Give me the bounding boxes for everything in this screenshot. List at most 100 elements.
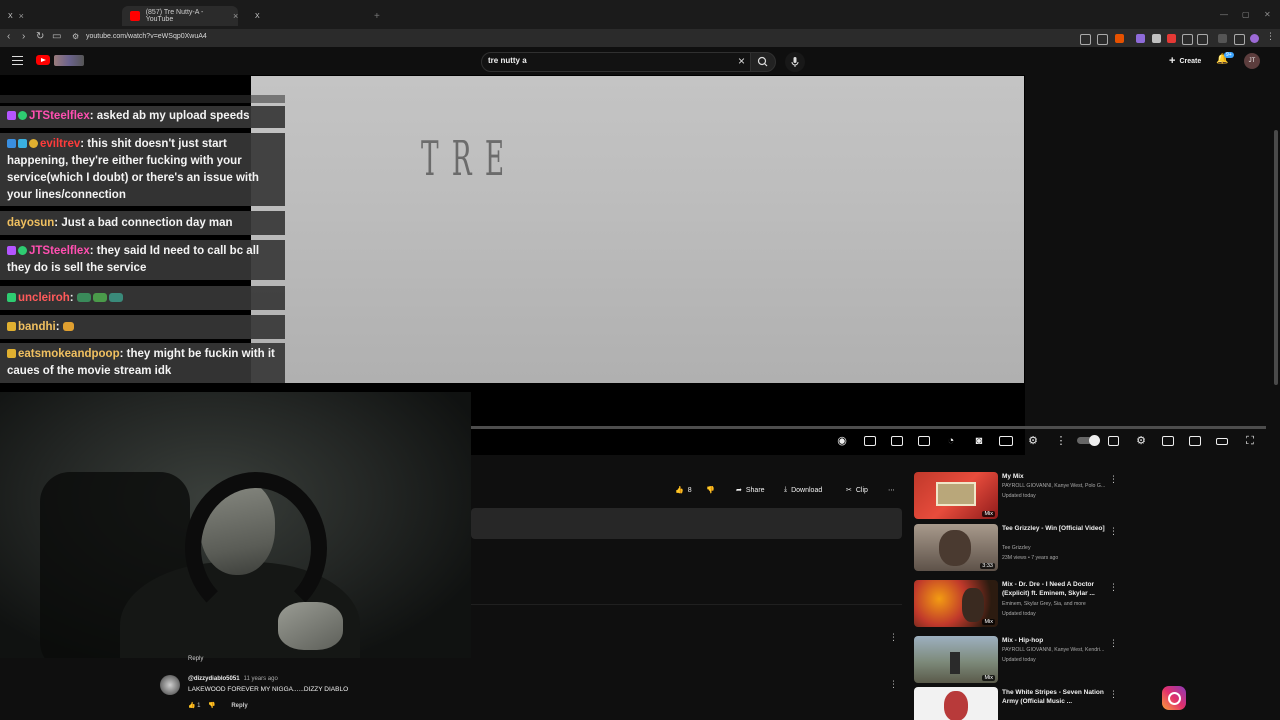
miniplayer-icon[interactable]: [1162, 436, 1174, 446]
recommendation-menu-icon[interactable]: ⋮: [1109, 582, 1118, 593]
puzzle-icon[interactable]: [1182, 34, 1193, 45]
chat-username[interactable]: eatsmokeandpoop: [18, 348, 120, 360]
video-thumbnail[interactable]: Mix: [914, 636, 998, 683]
account-avatar[interactable]: JT: [1244, 53, 1260, 69]
youtube-logo-icon[interactable]: [36, 55, 50, 65]
chat-username[interactable]: eviltrev: [40, 138, 80, 150]
bookmark-icon[interactable]: ▭: [52, 31, 61, 42]
video-thumbnail[interactable]: [914, 687, 998, 720]
profile-icon[interactable]: [1250, 34, 1259, 43]
extension-icon[interactable]: [1097, 34, 1108, 45]
video-progress-bar[interactable]: [471, 426, 1266, 429]
recommendation-item[interactable]: The White Stripes - Seven Nation Army (O…: [914, 687, 1124, 720]
create-button[interactable]: + Create: [1163, 53, 1207, 69]
minimize-icon[interactable]: —: [1220, 10, 1228, 19]
hamburger-menu-icon[interactable]: [12, 56, 23, 68]
description-box[interactable]: [471, 508, 902, 539]
recommendation-title[interactable]: My Mix: [1002, 472, 1116, 481]
browser-tab-youtube[interactable]: (857) Tre Nutty-A - YouTube: [122, 6, 238, 26]
dislike-button[interactable]: 👎: [706, 486, 715, 494]
recommendation-title[interactable]: The White Stripes - Seven Nation Army (O…: [1002, 688, 1116, 706]
recommendation-title[interactable]: Mix - Dr. Dre - I Need A Doctor (Explici…: [1002, 580, 1116, 598]
extension-icon[interactable]: [1167, 34, 1176, 43]
video-thumbnail[interactable]: Mix: [914, 580, 998, 627]
search-box[interactable]: tre nutty a ×: [481, 52, 751, 72]
playback-speed-icon[interactable]: ◔: [944, 434, 958, 448]
clear-search-icon[interactable]: ×: [738, 54, 745, 68]
like-button[interactable]: 👍 8: [675, 486, 692, 495]
clapper-icon[interactable]: [864, 436, 876, 446]
reply-button[interactable]: Reply: [188, 656, 203, 662]
avatar[interactable]: [160, 675, 180, 695]
recommendation-title[interactable]: Mix - Hip-hop: [1002, 636, 1116, 645]
recommendation-item[interactable]: Mix Mix - Hip-hop PAYROLL GIOVANNI, Kany…: [914, 636, 1124, 688]
chat-username[interactable]: bandhi: [18, 321, 56, 333]
more-options-icon[interactable]: ⋮: [1054, 434, 1068, 448]
video-frame[interactable]: TRE: [251, 76, 1024, 383]
url-field[interactable]: youtube.com/watch?v=eWSqp0XwuA4: [86, 33, 207, 40]
recommendation-menu-icon[interactable]: ⋮: [1109, 689, 1118, 700]
close-tab-icon[interactable]: ×: [233, 6, 238, 26]
subtitles-icon[interactable]: [1108, 436, 1119, 446]
comment-time[interactable]: 11 years ago: [244, 676, 278, 682]
autoplay-toggle[interactable]: [1077, 435, 1100, 446]
thumbs-down-icon[interactable]: 👎: [208, 703, 215, 709]
chat-username[interactable]: uncleiroh: [18, 292, 70, 304]
recommendation-menu-icon[interactable]: ⋮: [1109, 638, 1118, 649]
extension-icon[interactable]: [1115, 34, 1124, 43]
thumbs-up-icon[interactable]: 👍: [188, 703, 195, 709]
sidebar-icon[interactable]: [1234, 34, 1245, 45]
screenshot-frame-icon[interactable]: [918, 436, 930, 446]
browser-menu-icon[interactable]: ⋮: [1266, 31, 1275, 42]
extension-icon[interactable]: [1197, 34, 1208, 45]
close-tab-icon[interactable]: ×: [19, 11, 24, 21]
media-icon[interactable]: [1218, 34, 1227, 43]
recommendation-item[interactable]: Mix My Mix PAYROLL GIOVANNI, Kanye West,…: [914, 472, 1124, 524]
recommendation-item[interactable]: 3:33 Tee Grizzley - Win [Official Video]…: [914, 524, 1124, 576]
fullscreen-icon[interactable]: ⛶: [1243, 434, 1257, 448]
video-thumbnail[interactable]: 3:33: [914, 524, 998, 571]
browser-tab-1[interactable]: X ×: [8, 6, 24, 26]
theater-mode-icon[interactable]: [1216, 438, 1228, 445]
comment-menu-icon[interactable]: ⋮: [889, 632, 898, 643]
settings-icon[interactable]: ⚙: [1134, 434, 1148, 448]
reload-icon[interactable]: ↻: [36, 31, 44, 42]
more-actions-button[interactable]: ⋯: [888, 486, 895, 494]
search-input[interactable]: tre nutty a: [488, 56, 527, 65]
site-info-icon[interactable]: ⚙: [72, 32, 79, 41]
recommendation-item[interactable]: Mix Mix - Dr. Dre - I Need A Doctor (Exp…: [914, 580, 1124, 632]
forward-icon[interactable]: ›: [22, 31, 25, 42]
aspect-ratio-icon[interactable]: [891, 436, 903, 446]
share-button[interactable]: ➦ Share: [736, 486, 765, 495]
clip-button[interactable]: ✂ Clip: [846, 486, 868, 495]
comment-author[interactable]: @dizzydiablo5051: [188, 676, 240, 682]
extension-icon[interactable]: [1136, 34, 1145, 43]
recommendation-menu-icon[interactable]: ⋮: [1109, 474, 1118, 485]
browser-tab-4[interactable]: X: [255, 6, 260, 26]
download-button[interactable]: ⤓ Download: [784, 486, 822, 494]
ambient-mode-icon[interactable]: ◉: [835, 434, 849, 448]
extension-icon[interactable]: [1080, 34, 1091, 45]
recommendation-title[interactable]: Tee Grizzley - Win [Official Video]: [1002, 524, 1116, 533]
chat-username[interactable]: JTSteelflex: [29, 245, 90, 257]
video-thumbnail[interactable]: Mix: [914, 472, 998, 519]
maximize-icon[interactable]: ▢: [1242, 10, 1250, 19]
chat-username[interactable]: JTSteelflex: [29, 110, 90, 122]
youtube-doodle-logo[interactable]: [54, 55, 84, 66]
reply-button[interactable]: Reply: [231, 703, 247, 709]
chat-username[interactable]: dayosun: [7, 217, 54, 229]
picture-in-picture-icon[interactable]: [1189, 436, 1201, 446]
close-window-icon[interactable]: ✕: [1264, 10, 1271, 19]
new-tab-icon[interactable]: +: [374, 6, 380, 26]
comment-menu-icon[interactable]: ⋮: [889, 679, 898, 690]
recommendation-menu-icon[interactable]: ⋮: [1109, 526, 1118, 537]
search-button[interactable]: [750, 52, 776, 72]
chat-text: :: [69, 292, 74, 304]
x-extension-icon[interactable]: [1152, 34, 1161, 43]
gear-icon[interactable]: ⚙: [1026, 434, 1040, 448]
camera-icon[interactable]: ◙: [972, 434, 986, 448]
keyboard-icon[interactable]: [999, 436, 1013, 446]
back-icon[interactable]: ‹: [7, 31, 10, 42]
voice-search-button[interactable]: [785, 52, 805, 72]
page-scrollbar[interactable]: [1274, 130, 1278, 385]
